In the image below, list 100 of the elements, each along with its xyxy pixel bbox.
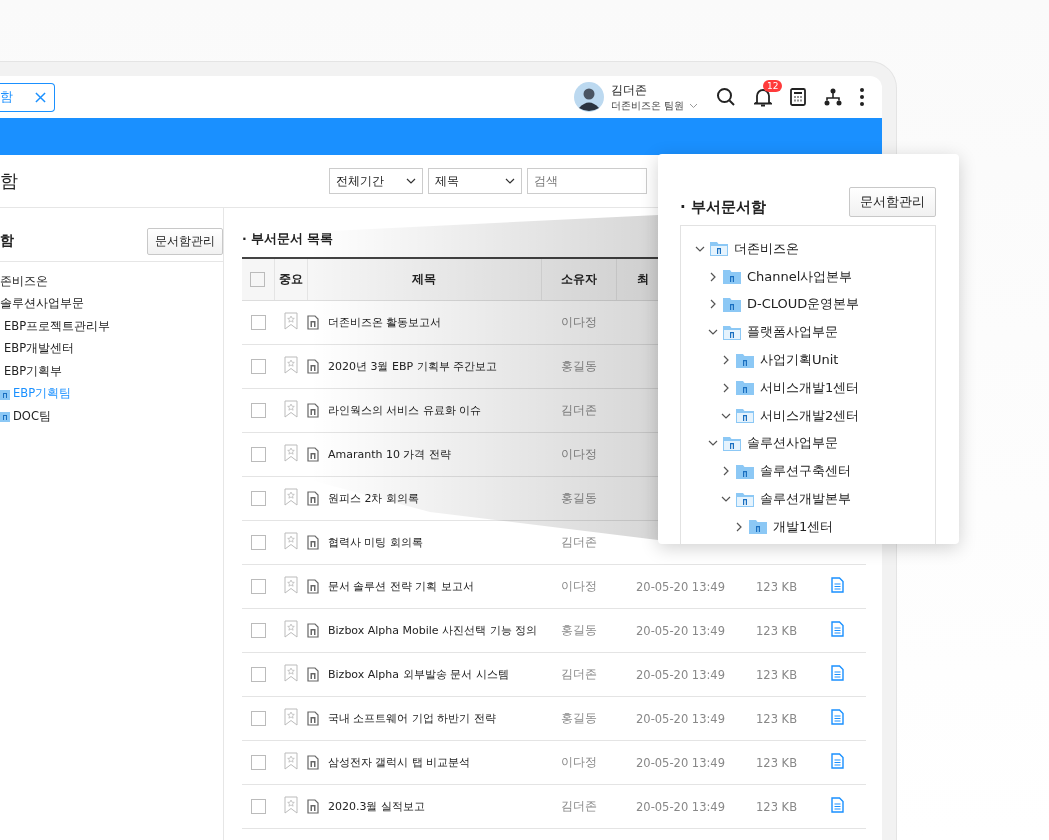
manage-button[interactable]: 문서함관리: [147, 227, 223, 255]
owner-cell: 김더존: [561, 667, 597, 681]
close-icon[interactable]: [35, 91, 46, 103]
bookmark-icon[interactable]: [283, 532, 298, 550]
document-title[interactable]: 삼성전자 갤럭시 탭 비교분석: [328, 756, 471, 769]
bookmark-icon[interactable]: [283, 796, 298, 814]
row-checkbox[interactable]: [250, 403, 266, 418]
row-checkbox[interactable]: [250, 447, 266, 462]
bookmark-icon[interactable]: [283, 620, 298, 638]
user-name: 김더존: [610, 81, 648, 99]
document-icon: [307, 579, 319, 594]
tree-item[interactable]: 사업기획Unit: [760, 351, 839, 370]
tree-item[interactable]: 솔루션구축센터: [760, 462, 851, 481]
field-select[interactable]: 제목: [428, 168, 522, 194]
bell-icon[interactable]: [754, 87, 772, 107]
folder-icon: [723, 435, 741, 451]
select-all-checkbox[interactable]: [250, 272, 266, 287]
document-icon: [307, 535, 319, 550]
size-cell: 123 KB: [756, 711, 798, 726]
row-checkbox[interactable]: [250, 359, 266, 374]
date-cell: 20-05-20 13:49: [636, 667, 725, 682]
document-title[interactable]: 더존비즈온 활동보고서: [328, 316, 442, 329]
bookmark-icon[interactable]: [283, 356, 298, 374]
avatar-icon[interactable]: [573, 82, 604, 112]
user-role[interactable]: 더존비즈온 팀원: [610, 98, 698, 113]
chevron-icon[interactable]: [708, 299, 718, 310]
chevron-icon[interactable]: [721, 466, 731, 477]
tree-item[interactable]: EBP개발센터: [4, 341, 75, 357]
caret-icon[interactable]: [406, 178, 416, 184]
chevron-icon[interactable]: [721, 355, 731, 366]
caret-icon[interactable]: [505, 178, 515, 184]
search-icon[interactable]: [716, 87, 736, 107]
owner-cell: 이다정: [561, 315, 597, 329]
date-cell: 20-05-20 13:49: [636, 799, 725, 814]
document-title[interactable]: 문서 솔루션 전략 기획 보고서: [328, 580, 474, 593]
file-icon[interactable]: [830, 577, 844, 593]
tree-item[interactable]: Channel사업본부: [747, 267, 853, 286]
callout-title: · 부서문서함: [680, 197, 766, 217]
document-title[interactable]: 협력사 미팅 회의록: [328, 536, 423, 549]
tree-item[interactable]: 솔루션사업부문: [0, 296, 84, 312]
owner-cell: 홍길동: [561, 711, 597, 725]
file-icon[interactable]: [830, 621, 844, 637]
document-title[interactable]: Bizbox Alpha 외부발송 문서 시스템: [328, 668, 509, 681]
tree-item[interactable]: EBP기획부: [4, 363, 63, 379]
document-title[interactable]: 원피스 2차 회의록: [328, 492, 419, 505]
row-checkbox[interactable]: [250, 315, 266, 330]
period-select[interactable]: 전체기간: [329, 168, 423, 194]
bookmark-icon[interactable]: [283, 708, 298, 726]
more-menu-icon[interactable]: [860, 88, 864, 106]
bookmark-icon[interactable]: [283, 444, 298, 462]
tree-item[interactable]: 서비스개발2센터: [760, 406, 860, 425]
row-checkbox[interactable]: [250, 535, 266, 550]
list-title: · 부서문서 목록: [242, 231, 335, 248]
owner-cell: 홍길동: [561, 623, 597, 637]
tree-item[interactable]: D-CLOUD운영본부: [747, 295, 860, 314]
bookmark-icon[interactable]: [283, 752, 298, 770]
document-icon: [307, 623, 319, 638]
search-field[interactable]: 검색: [527, 168, 647, 194]
tree-item[interactable]: 개발1센터: [773, 517, 834, 536]
chevron-icon[interactable]: [734, 521, 744, 532]
row-checkbox[interactable]: [250, 667, 266, 682]
document-title[interactable]: Amaranth 10 가격 전략: [328, 448, 451, 461]
row-checkbox[interactable]: [250, 491, 266, 506]
document-title[interactable]: 2020년 3월 EBP 기획부 주간보고: [328, 360, 498, 373]
tree-item[interactable]: 솔루션개발본부: [760, 490, 851, 509]
bookmark-icon[interactable]: [283, 664, 298, 682]
document-title[interactable]: 2020.3월 실적보고: [328, 800, 425, 813]
bookmark-icon[interactable]: [283, 488, 298, 506]
bookmark-icon[interactable]: [283, 312, 298, 330]
row-checkbox[interactable]: [250, 711, 266, 726]
row-checkbox[interactable]: [250, 623, 266, 638]
calculator-icon[interactable]: [790, 88, 806, 106]
bookmark-icon[interactable]: [283, 576, 298, 594]
file-icon[interactable]: [830, 753, 844, 769]
tree-item[interactable]: 서비스개발1센터: [760, 378, 860, 397]
owner-cell: 김더존: [561, 535, 597, 549]
row-checkbox[interactable]: [250, 579, 266, 594]
folder-icon: [723, 269, 741, 285]
tree-item[interactable]: 솔루션사업부문: [747, 434, 838, 453]
bookmark-icon[interactable]: [283, 400, 298, 418]
org-chart-icon[interactable]: [824, 88, 842, 106]
chevron-icon[interactable]: [721, 382, 731, 393]
owner-cell: 김더존: [561, 403, 597, 417]
chevron-icon[interactable]: [708, 271, 718, 282]
document-title[interactable]: Bizbox Alpha Mobile 사진선택 기능 정의: [328, 624, 538, 637]
row-checkbox[interactable]: [250, 755, 266, 770]
document-title[interactable]: 국내 소프트웨어 기업 하반기 전략: [328, 712, 496, 725]
document-title[interactable]: 라인웍스의 서비스 유료화 이슈: [328, 404, 482, 417]
folder-icon: [736, 408, 754, 424]
tree-item[interactable]: 더존비즈온: [734, 239, 799, 258]
tree-item[interactable]: EBP프로젝트관리부: [4, 318, 111, 334]
file-icon[interactable]: [830, 709, 844, 725]
manage-button[interactable]: 문서함관리: [849, 187, 936, 217]
tree-item[interactable]: DOC팀: [13, 408, 51, 424]
tree-item[interactable]: 플랫폼사업부문: [747, 323, 838, 342]
row-checkbox[interactable]: [250, 799, 266, 814]
column-header: 중요: [274, 258, 307, 301]
file-icon[interactable]: [830, 797, 844, 813]
tree-item[interactable]: 존비즈온: [0, 273, 48, 289]
file-icon[interactable]: [830, 665, 844, 681]
